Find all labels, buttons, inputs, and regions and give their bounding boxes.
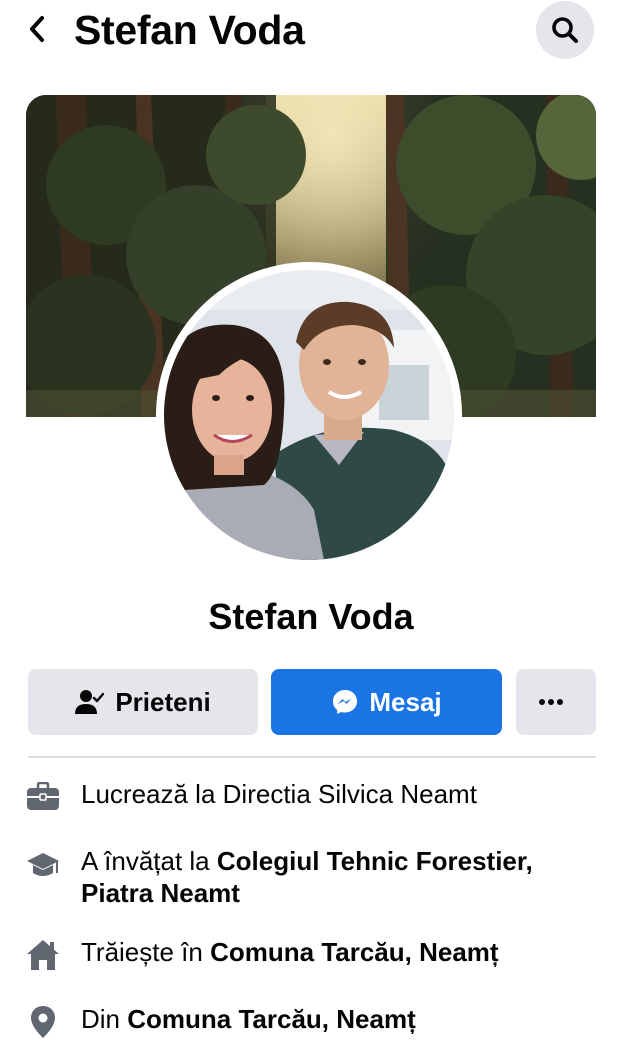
house-icon (26, 938, 60, 972)
back-button[interactable] (20, 10, 54, 48)
more-dots-icon (539, 699, 563, 705)
detail-lives[interactable]: Trăiește în Comuna Tarcău, Neamț (26, 936, 606, 976)
search-icon (552, 17, 578, 43)
detail-lives-text: Trăiește în Comuna Tarcău, Neamț (81, 937, 499, 967)
detail-from[interactable]: Din Comuna Tarcău, Neamț (26, 1003, 606, 1043)
message-label: Mesaj (369, 686, 442, 717)
detail-from-text: Din Comuna Tarcău, Neamț (81, 1004, 416, 1034)
detail-education-text: A învățat la Colegiul Tehnic Forestier, … (81, 846, 533, 908)
chevron-left-icon (30, 16, 44, 42)
detail-work-text: Lucrează la Directia Silvica Neamt (81, 779, 477, 809)
graduation-cap-icon (26, 849, 60, 883)
more-button[interactable] (516, 669, 596, 735)
friends-button[interactable]: Prieteni (28, 669, 258, 735)
divider (28, 756, 596, 758)
profile-picture-frame[interactable] (156, 262, 462, 568)
profile-picture[interactable] (164, 270, 454, 560)
messenger-icon (333, 690, 358, 714)
page-title: Stefan Voda (74, 7, 305, 53)
profile-name: Stefan Voda (208, 596, 414, 637)
detail-education[interactable]: A învățat la Colegiul Tehnic Forestier, … (26, 845, 606, 911)
search-button[interactable] (536, 1, 594, 59)
detail-work[interactable]: Lucrează la Directia Silvica Neamt (26, 778, 606, 818)
person-check-icon (75, 690, 105, 714)
profile-actions: Prieteni Mesaj (28, 669, 596, 735)
briefcase-icon (26, 780, 60, 814)
message-button[interactable]: Mesaj (271, 669, 502, 735)
friends-label: Prieteni (115, 686, 211, 717)
location-pin-icon (26, 1005, 60, 1039)
top-bar: Stefan Voda (0, 0, 622, 62)
